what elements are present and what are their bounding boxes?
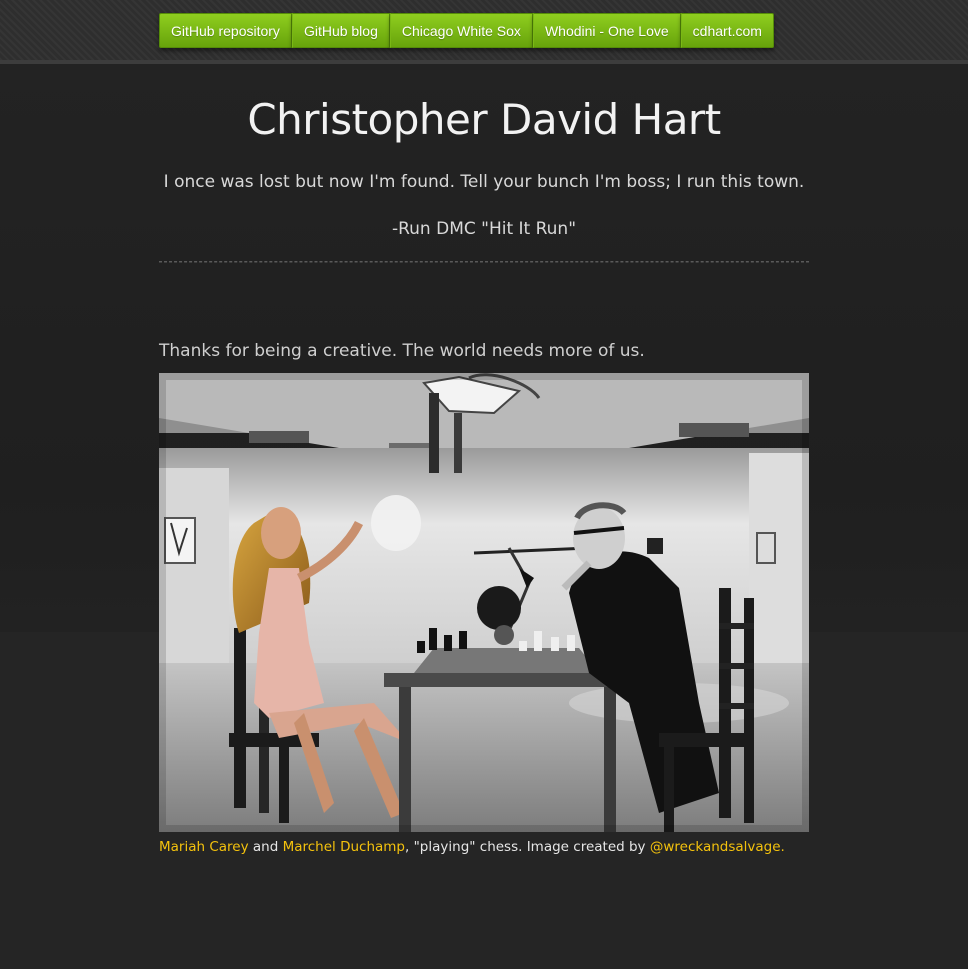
- nav-whodini-one-love[interactable]: Whodini - One Love: [532, 13, 681, 48]
- nav-github-blog[interactable]: GitHub blog: [291, 13, 390, 48]
- header-quote: I once was lost but now I'm found. Tell …: [163, 172, 805, 192]
- link-wreckandsalvage[interactable]: @wreckandsalvage.: [650, 839, 785, 855]
- intro-text: Thanks for being a creative. The world n…: [159, 341, 645, 361]
- page-title: Christopher David Hart: [247, 95, 721, 144]
- nav-chicago-white-sox[interactable]: Chicago White Sox: [389, 13, 533, 48]
- quote-citation: -Run DMC "Hit It Run": [391, 219, 577, 239]
- caption-middle: , "playing" chess. Image created by: [405, 839, 650, 855]
- link-mariah-carey[interactable]: Mariah Carey: [159, 839, 249, 855]
- photo-caption: Mariah Carey and Marchel Duchamp, "playi…: [159, 839, 785, 855]
- chess-photo: [159, 373, 809, 832]
- top-nav-bar: GitHub repository GitHub blog Chicago Wh…: [0, 0, 968, 64]
- nav-github-repository[interactable]: GitHub repository: [159, 13, 292, 48]
- nav-cdhart-com[interactable]: cdhart.com: [680, 13, 774, 48]
- link-marchel-duchamp[interactable]: Marchel Duchamp: [283, 839, 405, 855]
- caption-and: and: [248, 839, 283, 855]
- nav-menu: GitHub repository GitHub blog Chicago Wh…: [159, 13, 774, 48]
- header-divider: [159, 261, 809, 263]
